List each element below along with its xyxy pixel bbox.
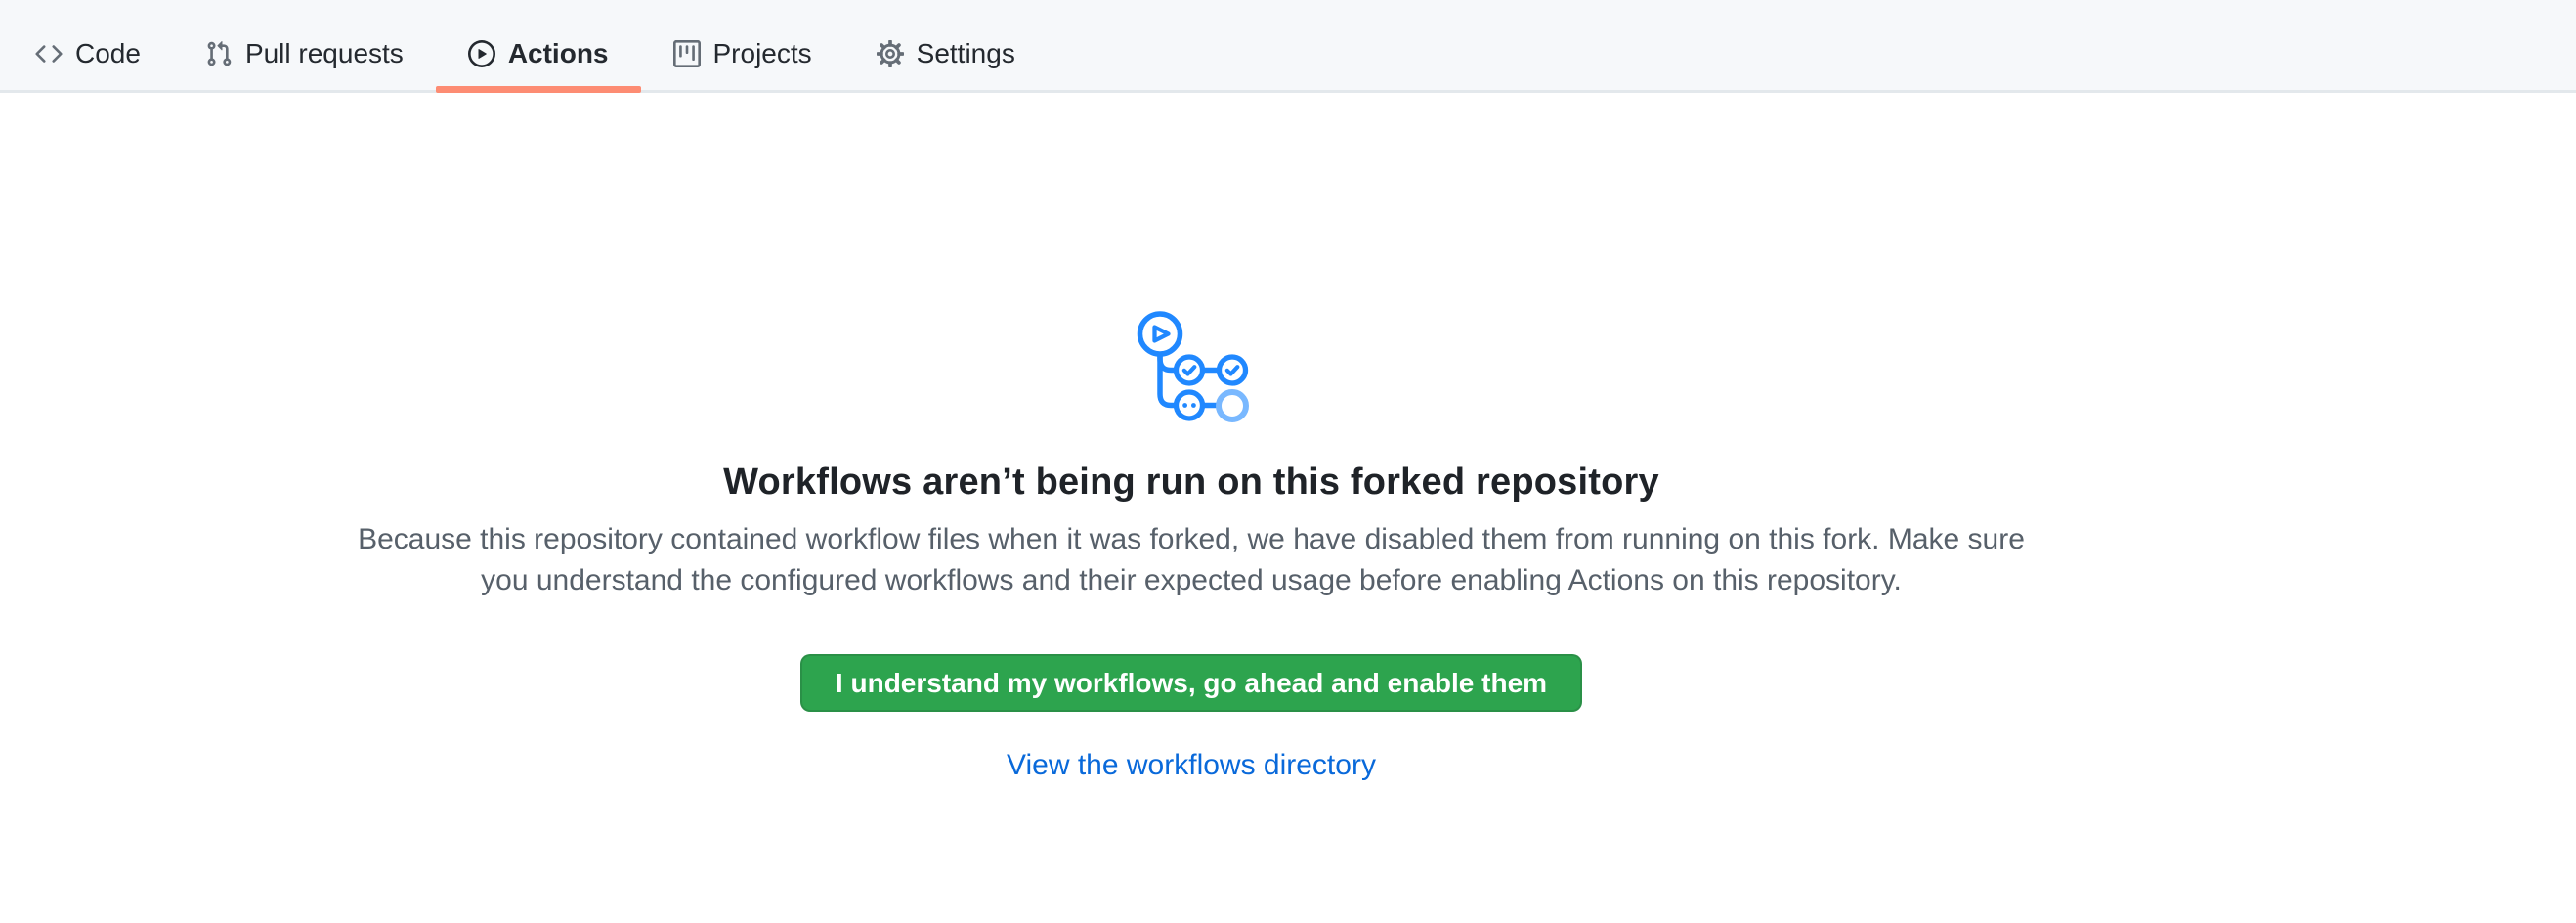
tab-actions[interactable]: Actions — [436, 18, 641, 90]
project-icon — [673, 40, 701, 67]
code-icon — [35, 40, 63, 67]
enable-workflows-button[interactable]: I understand my workflows, go ahead and … — [800, 654, 1582, 712]
view-workflows-directory-link[interactable]: View the workflows directory — [1007, 749, 1376, 782]
blankslate-description: Because this repository contained workfl… — [351, 519, 2032, 601]
gear-icon — [877, 40, 904, 67]
tab-pull-requests-label: Pull requests — [245, 38, 404, 69]
tab-settings[interactable]: Settings — [844, 18, 1048, 90]
tab-projects-label: Projects — [713, 38, 812, 69]
tab-actions-label: Actions — [508, 38, 609, 69]
repo-tab-bar: Code Pull requests Actions Projects — [0, 0, 2576, 93]
git-pull-request-icon — [205, 40, 233, 67]
tab-code-label: Code — [75, 38, 141, 69]
page-title: Workflows aren’t being run on this forke… — [0, 459, 2383, 505]
tab-code[interactable]: Code — [3, 18, 173, 90]
tab-settings-label: Settings — [917, 38, 1015, 69]
play-icon — [468, 40, 495, 67]
tab-pull-requests[interactable]: Pull requests — [173, 18, 436, 90]
tab-projects[interactable]: Projects — [641, 18, 844, 90]
actions-disabled-blankslate: Workflows aren’t being run on this forke… — [0, 308, 2576, 782]
workflow-graph-icon — [1131, 308, 1252, 423]
